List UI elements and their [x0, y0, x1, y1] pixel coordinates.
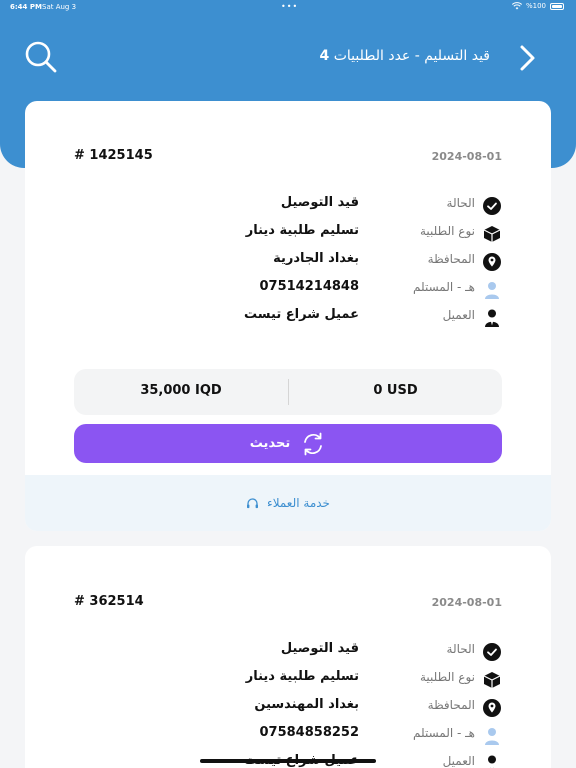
refresh-icon — [304, 432, 323, 455]
recipient-phone-label: هـ - المستلم — [412, 726, 475, 740]
battery-percent: %100 — [525, 2, 546, 10]
wifi-icon — [511, 2, 522, 10]
user-tie-icon — [485, 309, 499, 327]
client-label: العميل — [442, 754, 475, 768]
amount-iqd: 35,000 IQD — [140, 383, 222, 398]
chevron-right-icon[interactable] — [518, 44, 538, 72]
order-type-label: نوع الطلبية — [420, 224, 475, 238]
status-value: قيد التوصيل — [280, 641, 359, 656]
client-value: عميل شراع تيست — [244, 307, 359, 322]
box-icon — [483, 672, 501, 688]
governorate-value: بغداد الجادرية — [273, 251, 359, 266]
customer-service-button[interactable]: خدمة العملاء — [25, 475, 551, 531]
user-tie-icon — [488, 755, 496, 768]
battery-icon — [550, 2, 564, 10]
home-indicator[interactable] — [200, 759, 376, 763]
orders-count: 4 — [319, 48, 330, 64]
location-pin-icon — [483, 253, 501, 271]
person-icon — [485, 728, 499, 745]
order-type-value: تسليم طلبية دينار — [245, 669, 359, 684]
governorate-label: المحافظة — [427, 252, 475, 266]
status-bar: 6:44 PM Sat Aug 3 ••• %100 — [0, 0, 576, 14]
headset-icon — [247, 497, 259, 508]
recipient-phone-value[interactable]: 07584858252 — [260, 725, 360, 740]
governorate-row: المحافظة بغداد الجادرية — [25, 250, 551, 272]
client-label: العميل — [442, 308, 475, 322]
governorate-value: بغداد المهندسين — [254, 697, 359, 712]
customer-service-label: خدمة العملاء — [267, 496, 330, 510]
location-pin-icon — [483, 699, 501, 717]
page-title-text: قيد التسليم - عدد الطلبيات — [333, 48, 490, 64]
status-date: Sat Aug 3 — [42, 3, 77, 11]
order-number: # 362514 — [74, 594, 144, 609]
order-date: 2024-08-01 — [431, 150, 502, 163]
order-date: 2024-08-01 — [431, 596, 502, 609]
status-right: %100 — [511, 2, 564, 10]
order-type-label: نوع الطلبية — [420, 670, 475, 684]
check-circle-icon — [483, 643, 501, 661]
order-card[interactable]: # 1425145 2024-08-01 الحالة قيد التوصيل … — [25, 101, 551, 531]
search-icon[interactable] — [24, 40, 58, 74]
recipient-phone-row: هـ - المستلم 07514214848 — [25, 278, 551, 300]
status-label: الحالة — [446, 642, 475, 656]
status-row: الحالة قيد التوصيل — [25, 640, 551, 662]
order-type-value: تسليم طلبية دينار — [245, 223, 359, 238]
status-label: الحالة — [446, 196, 475, 210]
person-icon — [485, 282, 499, 299]
page-title: قيد التسليم - عدد الطلبيات 4 — [320, 48, 490, 64]
status-row: الحالة قيد التوصيل — [25, 194, 551, 216]
multitask-dots[interactable]: ••• — [281, 2, 298, 11]
order-type-row: نوع الطلبية تسليم طلبية دينار — [25, 668, 551, 690]
recipient-phone-label: هـ - المستلم — [412, 280, 475, 294]
order-number: # 1425145 — [74, 148, 153, 163]
governorate-label: المحافظة — [427, 698, 475, 712]
recipient-phone-row: هـ - المستلم 07584858252 — [25, 724, 551, 746]
price-box: 35,000 IQD 0 USD — [74, 369, 502, 415]
amount-usd: 0 USD — [373, 383, 418, 398]
check-circle-icon — [483, 197, 501, 215]
governorate-row: المحافظة بغداد المهندسين — [25, 696, 551, 718]
update-button[interactable]: تحديث — [74, 424, 502, 463]
status-value: قيد التوصيل — [280, 195, 359, 210]
recipient-phone-value[interactable]: 07514214848 — [260, 279, 360, 294]
client-row: العميل عميل شراع تيست — [25, 306, 551, 328]
box-icon — [483, 226, 501, 242]
update-label: تحديث — [249, 436, 291, 451]
status-time: 6:44 PM — [10, 3, 42, 11]
order-card[interactable]: # 362514 2024-08-01 الحالة قيد التوصيل ن… — [25, 546, 551, 768]
order-type-row: نوع الطلبية تسليم طلبية دينار — [25, 222, 551, 244]
